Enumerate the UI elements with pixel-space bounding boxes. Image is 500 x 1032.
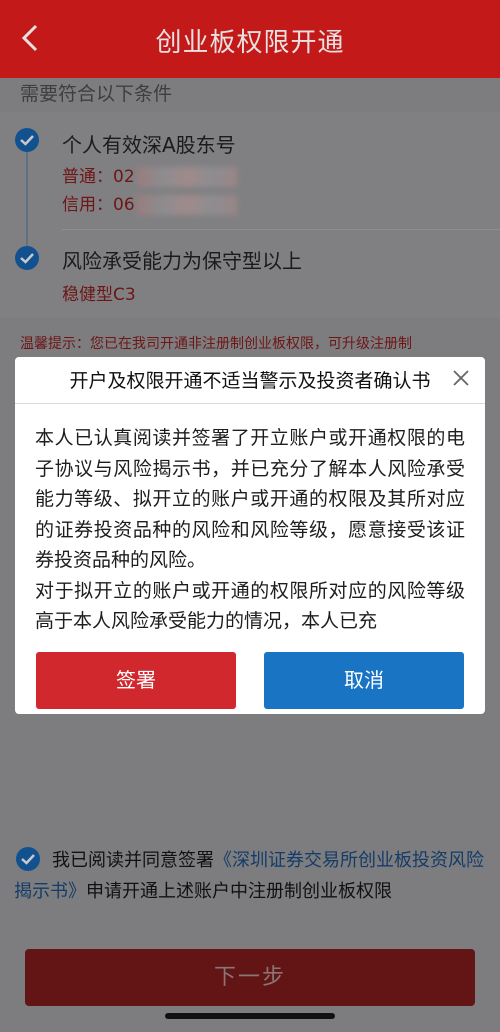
dialog-divider	[15, 403, 485, 404]
section-label: 需要符合以下条件	[20, 83, 173, 105]
check-circle-icon	[15, 246, 39, 270]
home-indicator	[165, 1013, 335, 1019]
agreement-text: 我已阅读并同意签署《深圳证券交易所创业板投资风险揭示书》申请开通上述账户中注册制…	[14, 850, 484, 902]
sign-button[interactable]: 签署	[36, 652, 236, 709]
risk-level: 稳健型C3	[62, 285, 136, 305]
dialog-paragraph: 本人已认真阅读并签署了开立账户或开通权限的电子协议与风险揭示书，并已充分了解本人…	[35, 427, 465, 571]
dialog-body[interactable]: 本人已认真阅读并签署了开立账户或开通权限的电子协议与风险揭示书，并已充分了解本人…	[35, 423, 465, 645]
dialog-title: 开户及权限开通不适当警示及投资者确认书	[69, 370, 431, 392]
cancel-button[interactable]: 取消	[264, 652, 464, 709]
condition-title: 风险承受能力为保守型以上	[62, 249, 302, 273]
warm-tip: 温馨提示：您已在我司开通非注册制创业板权限，可升级注册制	[20, 336, 412, 352]
redacted-value	[136, 195, 237, 215]
confirmation-dialog: 开户及权限开通不适当警示及投资者确认书 本人已认真阅读并签署了开立账户或开通权限…	[15, 357, 485, 714]
next-button[interactable]: 下一步	[25, 949, 475, 1006]
account-line-credit: 信用：06	[62, 190, 237, 215]
app-header: 创业板权限开通	[0, 0, 500, 78]
divider	[62, 229, 500, 230]
account-line-regular: 普通：02	[62, 162, 237, 187]
condition-title: 个人有效深A股东号	[62, 133, 236, 157]
dialog-paragraph: 对于拟开立的账户或开通的权限所对应的风险等级高于本人风险承受能力的情况，本人已充	[35, 579, 465, 633]
page-title: 创业板权限开通	[155, 28, 345, 58]
close-icon[interactable]	[451, 368, 471, 388]
check-circle-icon	[15, 128, 39, 152]
timeline-line	[26, 148, 28, 256]
redacted-value	[136, 167, 237, 187]
